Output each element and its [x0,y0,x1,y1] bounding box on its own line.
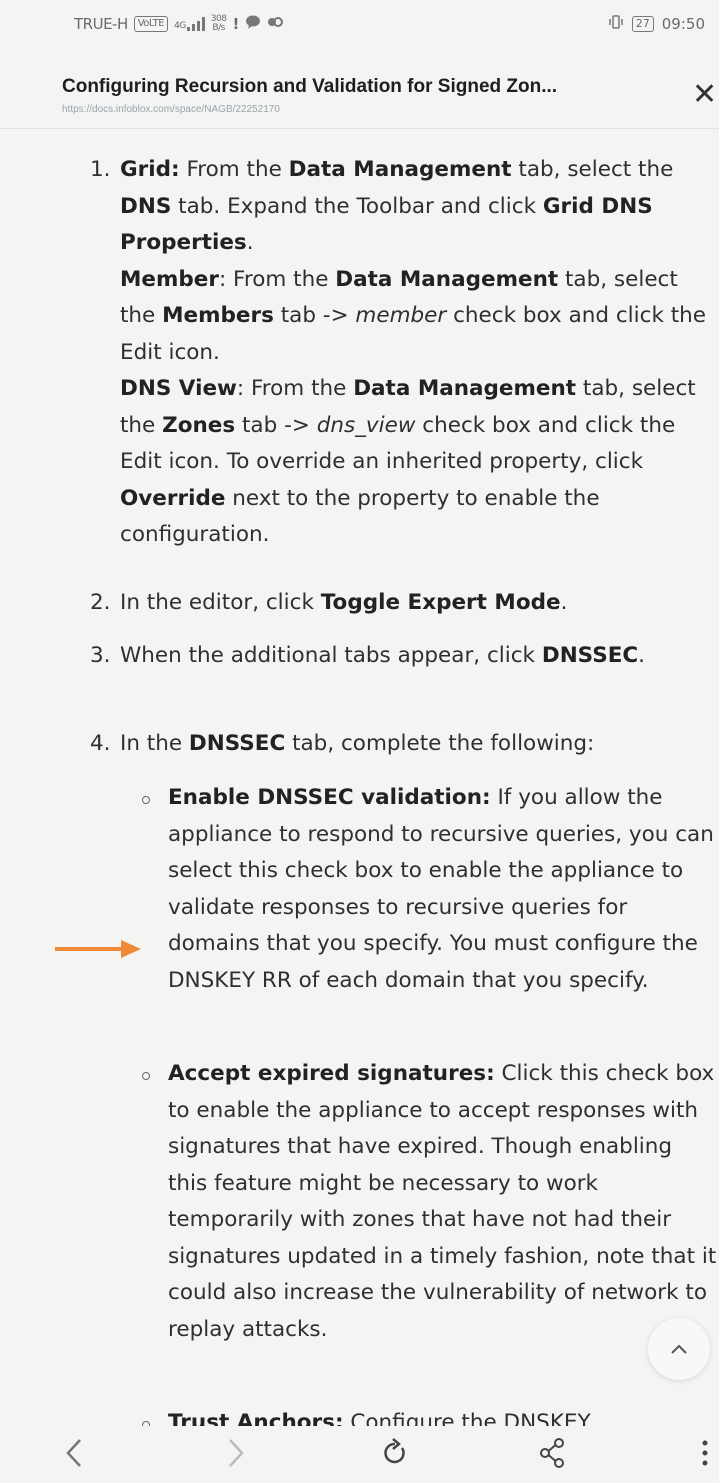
body-text: tab -> [235,412,317,438]
forward-button[interactable] [222,1436,248,1474]
volte-badge: VoLTE [133,16,169,32]
body-text: From the [179,157,289,182]
header-divider [0,128,719,129]
share-icon [540,1438,564,1468]
italic-text: member [355,303,447,328]
emphasis-text: Members [162,303,274,328]
emphasis-text: DNS [120,193,172,219]
step-paragraph: DNS View: From the Data Management tab, … [120,371,716,554]
emphasis-text: Enable DNSSEC validation: [168,785,491,810]
body-text: . [638,643,645,668]
step-paragraph: In the editor, click Toggle Expert Mode. [120,585,716,622]
page-title: Configuring Recursion and Validation for… [62,76,558,97]
emphasis-text: DNSSEC [188,731,286,756]
emphasis-text: Trust Anchors: [168,1410,344,1426]
body-text: . [560,590,568,615]
forward-icon [229,1439,244,1467]
body-text: If you allow the appliance to respond to… [168,785,714,993]
step-text: In the editor, click Toggle Expert Mode. [120,585,716,622]
emphasis-text: Zones [162,412,236,438]
chat-icon [245,15,261,33]
page-header: Configuring Recursion and Validation for… [0,62,719,120]
body-text: : From the [236,376,354,401]
step-paragraph: Member: From the Data Management tab, se… [120,262,716,372]
body-text: When the additional tabs appear, click [120,643,542,668]
step-paragraph: Grid: From the Data Management tab, sele… [120,152,716,262]
body-text: In the [120,731,189,756]
signal-icon: 4G [174,17,205,31]
emphasis-text: Accept expired signatures: [168,1061,495,1086]
vibrate-icon [608,15,624,33]
emphasis-text: Toggle Expert Mode [320,590,561,615]
emphasis-text: DNSSEC [541,643,639,668]
back-icon [66,1439,81,1467]
bullet-icon [142,1072,150,1080]
emphasis-text: Data Management [353,376,577,401]
step-text: When the additional tabs appear, click D… [120,638,716,675]
browser-nav-bar [0,1426,719,1483]
body-text: Click this check box to enable the appli… [168,1061,717,1342]
sub-item-text: Trust Anchors: Configure the DNSKEY [168,1405,718,1426]
step-text: Grid: From the Data Management tab, sele… [120,152,716,554]
step-text: In the DNSSEC tab, complete the followin… [120,726,716,763]
more-button[interactable] [700,1436,710,1474]
net-type-label: 4G [174,21,186,31]
emphasis-text: Member [120,266,219,292]
body-text: : From the [218,266,336,292]
annotation-arrow-icon [55,940,141,958]
body-text: tab. Expand the Toolbar and click [171,193,543,219]
emphasis-text: Grid: [120,157,180,182]
italic-text: dns_view [316,412,416,438]
chevron-up-icon [671,1344,687,1354]
more-icon [702,1440,708,1466]
status-right: 27 09:50 [608,15,705,33]
back-button[interactable] [62,1436,88,1474]
body-text: . [246,230,254,255]
battery-icon: 27 [631,16,654,32]
bullet-icon [142,796,150,804]
step-paragraph: When the additional tabs appear, click D… [120,638,716,675]
sub-item-text: Enable DNSSEC validation: If you allow t… [168,780,718,999]
step-paragraph: In the DNSSEC tab, complete the followin… [120,726,716,763]
scroll-to-top-button[interactable] [648,1318,710,1380]
body-text: tab, select the [511,157,674,182]
step-number: 4. [90,731,111,756]
emphasis-text: Data Management [288,157,512,182]
status-bar: TRUE-H VoLTE 4G 308 B/s ! 27 09:50 [0,0,719,52]
reload-button[interactable] [380,1436,410,1474]
app-icon [267,15,283,33]
net-speed-unit: B/s [212,23,225,33]
step-number: 1. [90,157,111,182]
body-text: tab -> [273,303,356,328]
net-speed: 308 B/s [211,15,227,33]
page-url: https://docs.infoblox.com/space/NAGB/222… [62,104,280,115]
status-left: TRUE-H VoLTE 4G 308 B/s ! [74,15,283,33]
step-number: 2. [90,590,111,615]
article-content: 1. Grid: From the Data Management tab, s… [0,130,719,1426]
body-text: tab, complete the following: [285,731,595,756]
carrier-label: TRUE-H [74,15,128,33]
close-icon[interactable]: ✕ [692,80,717,110]
emphasis-text: Data Management [335,266,559,292]
sub-item-text: Accept expired signatures: Click this ch… [168,1056,718,1348]
body-text: Configure the DNSKEY [343,1410,591,1426]
alert-icon: ! [232,15,239,33]
clock: 09:50 [661,15,705,33]
step-number: 3. [90,643,111,668]
emphasis-text: DNS View [120,376,237,401]
emphasis-text: Override [120,485,226,511]
body-text: In the editor, click [120,590,321,615]
share-button[interactable] [538,1436,568,1474]
reload-icon [384,1438,405,1464]
